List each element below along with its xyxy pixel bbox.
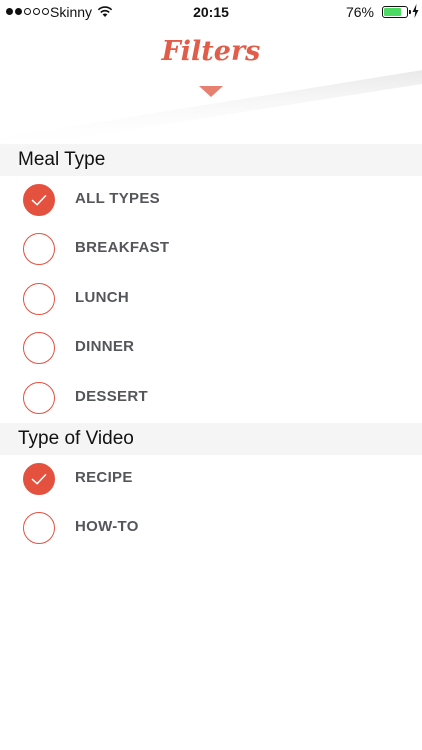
option-recipe[interactable]: RECIPE: [0, 456, 422, 502]
page-title: Filters: [161, 36, 261, 67]
checkbox[interactable]: [23, 332, 55, 364]
battery-icon: [382, 6, 408, 18]
status-bar: Skinny 20:15 76%: [0, 0, 422, 24]
checkbox[interactable]: [23, 463, 55, 495]
option-label: BREAKFAST: [75, 239, 170, 256]
battery-percentage: 76%: [345, 4, 374, 20]
option-label: HOW-TO: [75, 518, 139, 535]
option-all-types[interactable]: ALL TYPES: [0, 177, 422, 223]
option-how-to[interactable]: HOW-TO: [0, 505, 422, 551]
checkbox[interactable]: [23, 184, 55, 216]
battery-cap: [409, 10, 411, 14]
option-label: DINNER: [75, 338, 135, 355]
checkbox[interactable]: [23, 382, 55, 414]
filters-screen: Skinny 20:15 76% Filters Meal Type ALL T…: [0, 0, 422, 750]
checkbox[interactable]: [23, 512, 55, 544]
checkmark-icon: [31, 195, 47, 206]
charging-bolt-icon: [412, 4, 419, 18]
option-label: LUNCH: [75, 289, 129, 306]
checkbox[interactable]: [23, 283, 55, 315]
checkbox[interactable]: [23, 233, 55, 265]
section-header-type-of-video: Type of Video: [0, 423, 422, 455]
option-lunch[interactable]: LUNCH: [0, 276, 422, 322]
collapse-arrow-icon[interactable]: [199, 86, 223, 97]
battery-level-fill: [384, 8, 401, 16]
option-breakfast[interactable]: BREAKFAST: [0, 226, 422, 272]
option-label: RECIPE: [75, 469, 133, 486]
option-label: ALL TYPES: [75, 190, 160, 207]
option-dinner[interactable]: DINNER: [0, 325, 422, 371]
option-dessert[interactable]: DESSERT: [0, 375, 422, 421]
checkmark-icon: [31, 474, 47, 485]
option-label: DESSERT: [75, 388, 148, 405]
